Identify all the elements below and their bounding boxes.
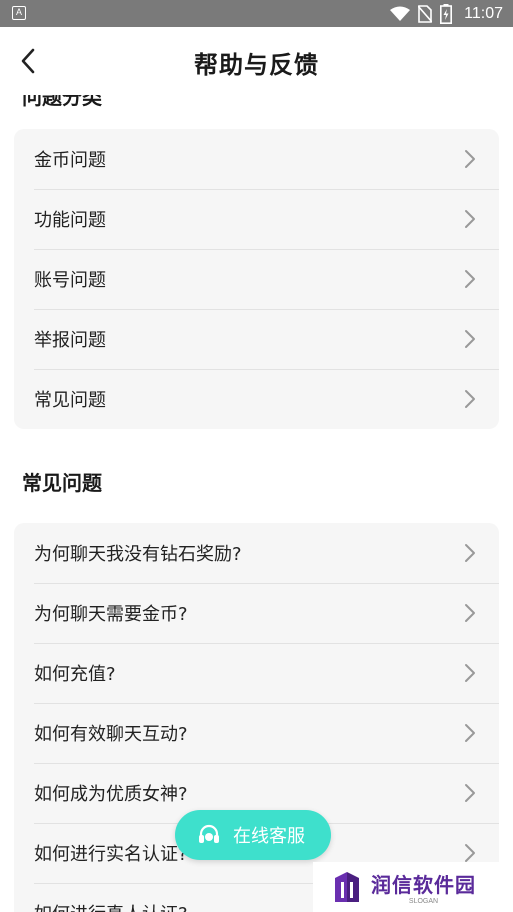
list-item-label: 功能问题 bbox=[34, 210, 106, 231]
chevron-right-icon bbox=[465, 844, 475, 862]
chevron-right-icon bbox=[465, 664, 475, 682]
status-icons: 11:07 bbox=[390, 0, 503, 27]
faq-item[interactable]: 如何有效聊天互动? bbox=[14, 703, 499, 763]
status-bar: A 11:07 bbox=[0, 0, 513, 27]
chevron-right-icon bbox=[465, 390, 475, 408]
watermark-text: 润信软件园 SLOGAN bbox=[371, 869, 476, 905]
headset-icon bbox=[199, 824, 219, 843]
chevron-right-icon bbox=[465, 150, 475, 168]
category-list: 金币问题 功能问题 账号问题 举报问题 常见问题 bbox=[14, 129, 499, 429]
status-time: 11:07 bbox=[464, 4, 503, 22]
chevron-right-icon bbox=[465, 270, 475, 288]
list-item-label: 金币问题 bbox=[34, 150, 106, 171]
page-title: 帮助与反馈 bbox=[194, 51, 319, 79]
no-sim-icon bbox=[418, 4, 433, 23]
watermark-logo-icon bbox=[335, 872, 359, 902]
online-service-button[interactable]: 在线客服 bbox=[175, 810, 331, 860]
chevron-right-icon bbox=[465, 604, 475, 622]
battery-charging-icon bbox=[440, 3, 453, 24]
faq-item[interactable]: 如何充值? bbox=[14, 643, 499, 703]
faq-item[interactable]: 为何聊天需要金币? bbox=[14, 583, 499, 643]
chevron-right-icon bbox=[465, 544, 475, 562]
online-service-label: 在线客服 bbox=[233, 826, 305, 847]
faq-item-label: 如何有效聊天互动? bbox=[34, 724, 188, 745]
help-content[interactable]: 问题分类 金币问题 功能问题 账号问题 举报问题 常见问题 常见问题 为何聊天我… bbox=[0, 95, 513, 912]
list-item-coin-issue[interactable]: 金币问题 bbox=[14, 129, 499, 189]
wifi-icon bbox=[390, 6, 411, 21]
problem-category-heading-partial: 问题分类 bbox=[22, 95, 102, 109]
faq-item-label: 如何充值? bbox=[34, 664, 116, 685]
chevron-right-icon bbox=[465, 724, 475, 742]
watermark-slogan: SLOGAN bbox=[408, 898, 439, 905]
list-item-label: 账号问题 bbox=[34, 270, 106, 291]
faq-item-label: 如何进行真人认证? bbox=[34, 900, 188, 912]
faq-item-label: 如何成为优质女神? bbox=[34, 784, 188, 805]
list-item-report-issue[interactable]: 举报问题 bbox=[14, 309, 499, 369]
list-item-label: 举报问题 bbox=[34, 330, 106, 351]
faq-item-label: 如何进行实名认证? bbox=[34, 844, 188, 865]
list-item-account-issue[interactable]: 账号问题 bbox=[14, 249, 499, 309]
chevron-right-icon bbox=[465, 330, 475, 348]
faq-heading: 常见问题 bbox=[22, 471, 102, 495]
chevron-right-icon bbox=[465, 210, 475, 228]
list-item-common-issue[interactable]: 常见问题 bbox=[14, 369, 499, 429]
chevron-right-icon bbox=[465, 784, 475, 802]
navigation-bar: 帮助与反馈 bbox=[0, 27, 513, 95]
faq-item-label: 为何聊天需要金币? bbox=[34, 604, 188, 625]
list-item-feature-issue[interactable]: 功能问题 bbox=[14, 189, 499, 249]
watermark-name: 润信软件园 bbox=[371, 873, 476, 897]
app-notification-icon: A bbox=[12, 6, 26, 20]
faq-item[interactable]: 为何聊天我没有钻石奖励? bbox=[14, 523, 499, 583]
faq-item-label: 为何聊天我没有钻石奖励? bbox=[34, 544, 242, 565]
list-item-label: 常见问题 bbox=[34, 390, 106, 411]
watermark: 润信软件园 SLOGAN bbox=[313, 862, 513, 912]
